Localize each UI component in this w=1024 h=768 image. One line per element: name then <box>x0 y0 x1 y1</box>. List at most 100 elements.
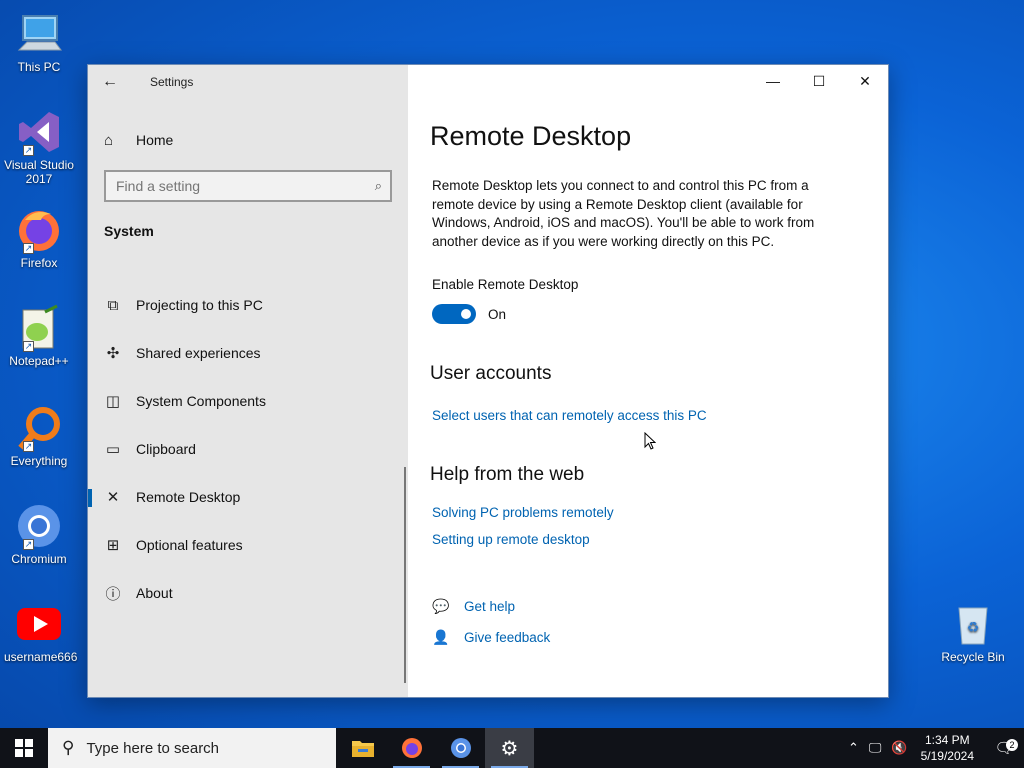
remote-desktop-icon: ✕ <box>106 489 120 506</box>
network-icon[interactable]: 🖵 <box>869 740 882 756</box>
taskbar: ⚲ Type here to search ⚙ ⌃ 🖵 🔇 1:34 PM 5/… <box>0 728 1024 768</box>
chromium-icon: ↗ <box>15 502 63 550</box>
nav-item-system-components[interactable]: ◫ System Components <box>88 377 408 425</box>
desktop-icon-label: Notepad++ <box>9 354 69 368</box>
title-bar: ← Settings <box>88 65 408 99</box>
nav-list: ⧉ Projecting to this PC ✣ Shared experie… <box>88 281 408 617</box>
chevron-up-icon[interactable]: ⌃ <box>848 740 859 756</box>
shortcut-arrow-icon: ↗ <box>23 341 34 352</box>
select-users-link[interactable]: Select users that can remotely access th… <box>432 408 707 423</box>
help-link-setting-up[interactable]: Setting up remote desktop <box>432 532 590 547</box>
shortcut-arrow-icon: ↗ <box>23 539 34 550</box>
search-icon: ⚲ <box>62 738 75 757</box>
minimize-button[interactable]: — <box>750 65 796 97</box>
desktop-icon-label: This PC <box>17 60 61 74</box>
taskbar-apps: ⚙ <box>338 728 534 768</box>
maximize-icon: ☐ <box>812 72 826 89</box>
recycle-bin-icon: ♻ <box>949 600 997 648</box>
settings-search-input[interactable] <box>116 178 356 194</box>
desktop-icon-youtube[interactable]: username666 <box>4 600 77 664</box>
desktop-icon-label: Visual Studio 2017 <box>4 158 74 186</box>
give-feedback-link[interactable]: 👤 Give feedback <box>432 629 550 646</box>
nav-item-label: Remote Desktop <box>136 489 241 505</box>
taskbar-file-explorer[interactable] <box>338 728 387 768</box>
desktop-icon-chromium[interactable]: ↗ Chromium <box>4 502 74 566</box>
settings-search-box[interactable]: ⌕ <box>104 170 392 202</box>
search-icon: ⌕ <box>374 178 382 193</box>
shortcut-arrow-icon: ↗ <box>23 243 34 254</box>
desktop-icon-this-pc[interactable]: This PC <box>4 10 74 74</box>
home-icon: ⌂ <box>104 131 114 149</box>
back-button[interactable]: ← <box>102 73 124 91</box>
shared-experiences-icon: ✣ <box>106 345 120 362</box>
taskbar-search-box[interactable]: ⚲ Type here to search <box>48 728 336 768</box>
youtube-icon <box>15 600 63 648</box>
nav-item-about[interactable]: ⓘ About <box>88 569 408 617</box>
nav-item-projecting[interactable]: ⧉ Projecting to this PC <box>88 281 408 329</box>
nav-scrollbar[interactable] <box>404 467 406 683</box>
nav-item-shared-experiences[interactable]: ✣ Shared experiences <box>88 329 408 377</box>
get-help-icon: 💬 <box>432 598 450 614</box>
desktop-icon-notepadpp[interactable]: ↗ Notepad++ <box>4 304 74 368</box>
nav-item-label: Shared experiences <box>136 345 261 361</box>
nav-item-clipboard[interactable]: ▭ Clipboard <box>88 425 408 473</box>
nav-item-label: System Components <box>136 393 266 409</box>
get-help-label: Get help <box>464 599 516 614</box>
firefox-icon: ↗ <box>15 206 63 254</box>
volume-muted-icon[interactable]: 🔇 <box>891 740 907 756</box>
settings-gear-icon: ⚙ <box>500 737 519 760</box>
nav-home-label: Home <box>136 132 174 148</box>
help-from-web-heading: Help from the web <box>430 464 585 485</box>
feedback-icon: 👤 <box>432 629 450 645</box>
minimize-icon: — <box>766 73 780 89</box>
file-explorer-icon <box>351 741 374 757</box>
desktop-icon-label: Firefox <box>20 256 58 270</box>
desktop-icon-firefox[interactable]: ↗ Firefox <box>4 206 74 270</box>
taskbar-search-placeholder: Type here to search <box>86 739 220 757</box>
toggle-state-label: On <box>488 307 507 322</box>
svg-text:♻: ♻ <box>967 620 980 636</box>
page-title: Remote Desktop <box>430 121 632 151</box>
computer-icon <box>15 10 63 58</box>
nav-item-label: Clipboard <box>136 441 196 457</box>
close-icon: ✕ <box>859 72 871 89</box>
taskbar-firefox[interactable] <box>387 728 436 768</box>
clock[interactable]: 1:34 PM 5/19/2024 <box>921 732 974 764</box>
action-center-button[interactable]: 🗨 2 <box>984 739 1024 757</box>
enable-remote-desktop-toggle[interactable] <box>432 304 476 324</box>
taskbar-settings[interactable]: ⚙ <box>485 728 534 768</box>
get-help-link[interactable]: 💬 Get help <box>432 598 515 615</box>
maximize-button[interactable]: ☐ <box>796 65 842 97</box>
nav-item-label: Optional features <box>136 537 243 553</box>
nav-section-title: System <box>104 223 154 239</box>
desktop-icon-visual-studio[interactable]: ↗ Visual Studio 2017 <box>4 108 74 186</box>
enable-remote-desktop-label: Enable Remote Desktop <box>432 277 579 292</box>
user-accounts-heading: User accounts <box>430 363 552 384</box>
nav-item-optional-features[interactable]: ⊞ Optional features <box>88 521 408 569</box>
clock-date: 5/19/2024 <box>920 749 974 763</box>
desktop-icon-label: Chromium <box>11 552 67 566</box>
clipboard-icon: ▭ <box>105 441 121 458</box>
visual-studio-icon: ↗ <box>15 108 63 156</box>
info-icon: ⓘ <box>105 585 121 603</box>
mouse-cursor-icon <box>644 432 656 450</box>
start-button[interactable] <box>0 728 48 768</box>
window-controls: — ☐ ✕ <box>750 65 888 97</box>
close-button[interactable]: ✕ <box>842 65 888 97</box>
taskbar-chromium[interactable] <box>436 728 485 768</box>
desktop-icon-label: Everything <box>10 454 68 468</box>
back-arrow-icon: ← <box>102 73 118 90</box>
help-link-solving-problems[interactable]: Solving PC problems remotely <box>432 505 614 520</box>
components-icon: ◫ <box>105 393 121 410</box>
optional-features-icon: ⊞ <box>106 537 120 554</box>
nav-home[interactable]: ⌂ Home <box>104 129 173 151</box>
app-title: Settings <box>150 75 194 89</box>
firefox-icon <box>401 738 422 758</box>
give-feedback-label: Give feedback <box>464 630 551 645</box>
shortcut-arrow-icon: ↗ <box>23 441 34 452</box>
nav-item-remote-desktop[interactable]: ✕ Remote Desktop <box>88 473 408 521</box>
desktop-icon-recycle-bin[interactable]: ♻ Recycle Bin <box>938 600 1008 664</box>
desktop-icon-everything[interactable]: ↗ Everything <box>4 404 74 468</box>
system-tray: ⌃ 🖵 🔇 1:34 PM 5/19/2024 🗨 2 <box>843 728 1024 768</box>
page-description: Remote Desktop lets you connect to and c… <box>432 178 815 249</box>
